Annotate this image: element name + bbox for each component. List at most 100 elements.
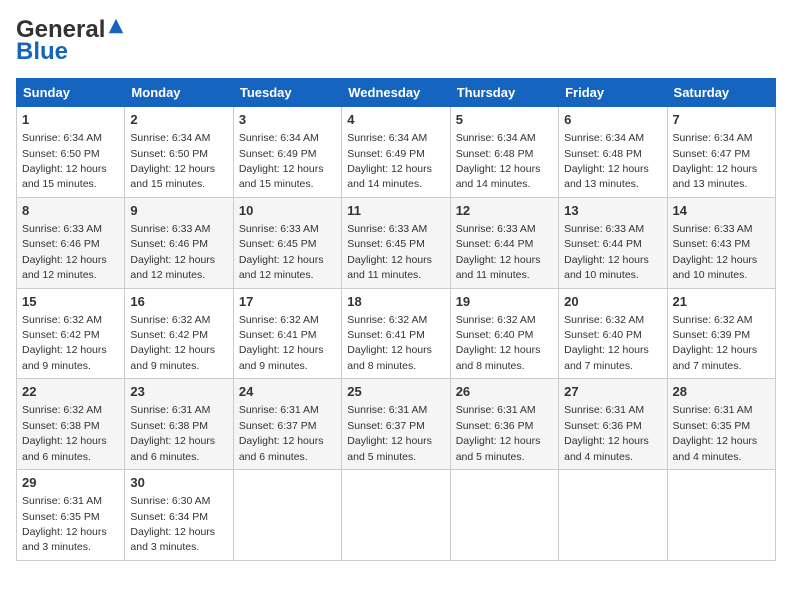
calendar-cell: 2 Sunrise: 6:34 AMSunset: 6:50 PMDayligh… (125, 107, 233, 198)
day-info: Sunrise: 6:33 AMSunset: 6:45 PMDaylight:… (239, 223, 324, 281)
logo-blue: Blue (16, 38, 68, 66)
calendar-week-1: 8 Sunrise: 6:33 AMSunset: 6:46 PMDayligh… (17, 197, 776, 288)
weekday-header-row: SundayMondayTuesdayWednesdayThursdayFrid… (17, 79, 776, 107)
calendar-cell (342, 470, 450, 561)
calendar-week-2: 15 Sunrise: 6:32 AMSunset: 6:42 PMDaylig… (17, 288, 776, 379)
day-number: 7 (673, 111, 770, 129)
day-number: 8 (22, 202, 119, 220)
calendar-cell: 24 Sunrise: 6:31 AMSunset: 6:37 PMDaylig… (233, 379, 341, 470)
day-info: Sunrise: 6:32 AMSunset: 6:38 PMDaylight:… (22, 404, 107, 462)
page-header: General Blue (16, 16, 776, 66)
day-info: Sunrise: 6:32 AMSunset: 6:39 PMDaylight:… (673, 314, 758, 372)
day-info: Sunrise: 6:31 AMSunset: 6:38 PMDaylight:… (130, 404, 215, 462)
calendar-cell: 19 Sunrise: 6:32 AMSunset: 6:40 PMDaylig… (450, 288, 558, 379)
day-info: Sunrise: 6:33 AMSunset: 6:43 PMDaylight:… (673, 223, 758, 281)
day-number: 26 (456, 383, 553, 401)
day-info: Sunrise: 6:32 AMSunset: 6:40 PMDaylight:… (456, 314, 541, 372)
day-number: 1 (22, 111, 119, 129)
day-number: 3 (239, 111, 336, 129)
calendar-cell: 26 Sunrise: 6:31 AMSunset: 6:36 PMDaylig… (450, 379, 558, 470)
day-number: 9 (130, 202, 227, 220)
calendar-cell: 28 Sunrise: 6:31 AMSunset: 6:35 PMDaylig… (667, 379, 775, 470)
day-info: Sunrise: 6:32 AMSunset: 6:42 PMDaylight:… (22, 314, 107, 372)
day-info: Sunrise: 6:33 AMSunset: 6:46 PMDaylight:… (22, 223, 107, 281)
calendar-cell: 8 Sunrise: 6:33 AMSunset: 6:46 PMDayligh… (17, 197, 125, 288)
calendar-body: 1 Sunrise: 6:34 AMSunset: 6:50 PMDayligh… (17, 107, 776, 561)
day-info: Sunrise: 6:34 AMSunset: 6:48 PMDaylight:… (456, 132, 541, 190)
calendar-cell: 17 Sunrise: 6:32 AMSunset: 6:41 PMDaylig… (233, 288, 341, 379)
calendar-cell: 3 Sunrise: 6:34 AMSunset: 6:49 PMDayligh… (233, 107, 341, 198)
day-number: 23 (130, 383, 227, 401)
day-info: Sunrise: 6:32 AMSunset: 6:40 PMDaylight:… (564, 314, 649, 372)
day-info: Sunrise: 6:33 AMSunset: 6:45 PMDaylight:… (347, 223, 432, 281)
calendar-cell (450, 470, 558, 561)
day-number: 29 (22, 474, 119, 492)
day-number: 17 (239, 293, 336, 311)
calendar-cell: 20 Sunrise: 6:32 AMSunset: 6:40 PMDaylig… (559, 288, 667, 379)
day-number: 19 (456, 293, 553, 311)
calendar-cell: 14 Sunrise: 6:33 AMSunset: 6:43 PMDaylig… (667, 197, 775, 288)
day-info: Sunrise: 6:34 AMSunset: 6:48 PMDaylight:… (564, 132, 649, 190)
weekday-sunday: Sunday (17, 79, 125, 107)
day-number: 5 (456, 111, 553, 129)
day-number: 22 (22, 383, 119, 401)
day-number: 10 (239, 202, 336, 220)
calendar-cell (559, 470, 667, 561)
logo-icon (107, 17, 125, 35)
calendar-cell: 29 Sunrise: 6:31 AMSunset: 6:35 PMDaylig… (17, 470, 125, 561)
calendar-cell (667, 470, 775, 561)
day-number: 11 (347, 202, 444, 220)
calendar-cell: 16 Sunrise: 6:32 AMSunset: 6:42 PMDaylig… (125, 288, 233, 379)
calendar-cell: 30 Sunrise: 6:30 AMSunset: 6:34 PMDaylig… (125, 470, 233, 561)
day-info: Sunrise: 6:33 AMSunset: 6:44 PMDaylight:… (564, 223, 649, 281)
day-info: Sunrise: 6:31 AMSunset: 6:36 PMDaylight:… (456, 404, 541, 462)
day-info: Sunrise: 6:33 AMSunset: 6:46 PMDaylight:… (130, 223, 215, 281)
calendar-cell: 5 Sunrise: 6:34 AMSunset: 6:48 PMDayligh… (450, 107, 558, 198)
day-number: 14 (673, 202, 770, 220)
day-info: Sunrise: 6:31 AMSunset: 6:35 PMDaylight:… (22, 495, 107, 553)
day-number: 12 (456, 202, 553, 220)
day-number: 18 (347, 293, 444, 311)
calendar-cell: 6 Sunrise: 6:34 AMSunset: 6:48 PMDayligh… (559, 107, 667, 198)
day-info: Sunrise: 6:32 AMSunset: 6:41 PMDaylight:… (347, 314, 432, 372)
day-info: Sunrise: 6:30 AMSunset: 6:34 PMDaylight:… (130, 495, 215, 553)
logo: General Blue (16, 16, 125, 66)
day-number: 20 (564, 293, 661, 311)
day-info: Sunrise: 6:34 AMSunset: 6:50 PMDaylight:… (22, 132, 107, 190)
calendar-cell: 4 Sunrise: 6:34 AMSunset: 6:49 PMDayligh… (342, 107, 450, 198)
day-number: 6 (564, 111, 661, 129)
day-info: Sunrise: 6:31 AMSunset: 6:36 PMDaylight:… (564, 404, 649, 462)
weekday-monday: Monday (125, 79, 233, 107)
calendar-cell: 9 Sunrise: 6:33 AMSunset: 6:46 PMDayligh… (125, 197, 233, 288)
day-info: Sunrise: 6:33 AMSunset: 6:44 PMDaylight:… (456, 223, 541, 281)
calendar-cell: 27 Sunrise: 6:31 AMSunset: 6:36 PMDaylig… (559, 379, 667, 470)
day-info: Sunrise: 6:34 AMSunset: 6:47 PMDaylight:… (673, 132, 758, 190)
calendar-week-0: 1 Sunrise: 6:34 AMSunset: 6:50 PMDayligh… (17, 107, 776, 198)
calendar-cell (233, 470, 341, 561)
day-info: Sunrise: 6:34 AMSunset: 6:49 PMDaylight:… (239, 132, 324, 190)
calendar-cell: 21 Sunrise: 6:32 AMSunset: 6:39 PMDaylig… (667, 288, 775, 379)
day-info: Sunrise: 6:34 AMSunset: 6:50 PMDaylight:… (130, 132, 215, 190)
weekday-friday: Friday (559, 79, 667, 107)
calendar-cell: 12 Sunrise: 6:33 AMSunset: 6:44 PMDaylig… (450, 197, 558, 288)
calendar-week-3: 22 Sunrise: 6:32 AMSunset: 6:38 PMDaylig… (17, 379, 776, 470)
calendar-cell: 23 Sunrise: 6:31 AMSunset: 6:38 PMDaylig… (125, 379, 233, 470)
day-number: 2 (130, 111, 227, 129)
day-number: 16 (130, 293, 227, 311)
day-number: 27 (564, 383, 661, 401)
day-number: 4 (347, 111, 444, 129)
calendar-table: SundayMondayTuesdayWednesdayThursdayFrid… (16, 78, 776, 561)
calendar-cell: 15 Sunrise: 6:32 AMSunset: 6:42 PMDaylig… (17, 288, 125, 379)
weekday-tuesday: Tuesday (233, 79, 341, 107)
calendar-cell: 10 Sunrise: 6:33 AMSunset: 6:45 PMDaylig… (233, 197, 341, 288)
weekday-wednesday: Wednesday (342, 79, 450, 107)
day-number: 15 (22, 293, 119, 311)
calendar-cell: 1 Sunrise: 6:34 AMSunset: 6:50 PMDayligh… (17, 107, 125, 198)
day-info: Sunrise: 6:32 AMSunset: 6:41 PMDaylight:… (239, 314, 324, 372)
day-info: Sunrise: 6:31 AMSunset: 6:37 PMDaylight:… (239, 404, 324, 462)
calendar-cell: 13 Sunrise: 6:33 AMSunset: 6:44 PMDaylig… (559, 197, 667, 288)
day-number: 13 (564, 202, 661, 220)
calendar-cell: 7 Sunrise: 6:34 AMSunset: 6:47 PMDayligh… (667, 107, 775, 198)
day-number: 21 (673, 293, 770, 311)
day-number: 24 (239, 383, 336, 401)
